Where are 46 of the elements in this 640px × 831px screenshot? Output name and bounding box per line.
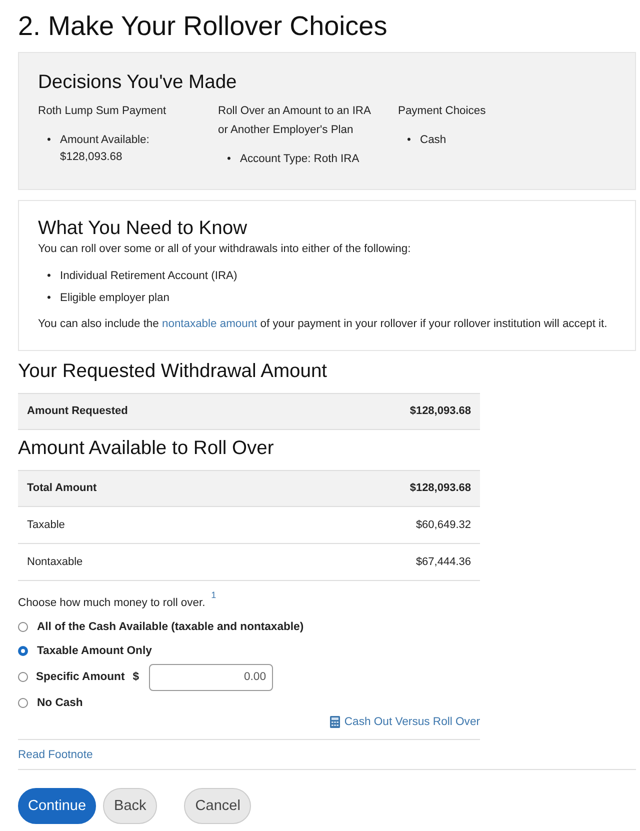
option-label: Taxable Amount Only — [37, 644, 152, 659]
row-label: Taxable — [27, 518, 65, 533]
row-label: Total Amount — [27, 481, 97, 496]
panel-heading: What You Need to Know — [38, 217, 248, 241]
list-bullet: • — [47, 133, 52, 148]
decision-item: Amount Available: $128,093.68 — [60, 133, 150, 165]
decision-heading: Roll Over an Amount to an IRA or Another Employer's Plan — [218, 104, 372, 138]
calculator-icon — [330, 716, 340, 728]
calculator-link[interactable]: Cash Out Versus Roll Over — [344, 715, 480, 729]
decision-item: Account Type: Roth IRA — [240, 152, 360, 167]
list-bullet: • — [407, 133, 412, 148]
currency-label: $ — [132, 670, 140, 685]
radio-button[interactable] — [18, 698, 28, 708]
decision-item: Cash — [420, 133, 446, 148]
decision-heading: Roth Lump Sum Payment — [38, 104, 168, 119]
row-amount: $128,093.68 — [410, 404, 471, 420]
amount-field[interactable]: 0.00 — [149, 664, 274, 690]
option-label: Specific Amount — [36, 670, 125, 685]
read-footnote-link[interactable]: Read Footnote — [18, 749, 93, 761]
intro-text: You can roll over some or all of your withdrawals into either of the following: — [38, 242, 412, 257]
decision-heading: Payment Choices — [398, 104, 487, 119]
info-item: Individual Retirement Account (IRA) — [60, 269, 238, 284]
list-bullet: • — [47, 269, 52, 284]
back-button[interactable]: Back — [103, 788, 158, 824]
continue-button[interactable]: Continue — [18, 788, 96, 824]
section-heading: Amount Available to Roll Over — [18, 437, 275, 461]
panel-heading: Decisions You've Made — [38, 71, 238, 95]
page-title: 2. Make Your Rollover Choices — [18, 10, 388, 42]
info-item: Eligible employer plan — [60, 291, 170, 306]
note-text: You can also include the nontaxable amount of your payment in your rollover if your rollover institution will accept it. — [38, 317, 608, 332]
row-amount: $67,444.36 — [416, 554, 471, 570]
radio-button[interactable] — [18, 672, 28, 682]
list-bullet: • — [47, 291, 52, 306]
section-heading: Your Requested Withdrawal Amount — [18, 360, 328, 384]
footnote-link[interactable]: 1 — [211, 590, 216, 600]
cancel-button[interactable]: Cancel — [184, 788, 252, 824]
option-label: No Cash — [37, 696, 83, 711]
list-bullet: • — [227, 152, 232, 167]
nontaxable-link[interactable]: nontaxable amount — [162, 318, 258, 330]
row-label: Nontaxable — [27, 554, 83, 570]
row-amount: $60,649.32 — [416, 518, 471, 533]
radio-button[interactable] — [18, 646, 28, 656]
option-label: All of the Cash Available (taxable and nontaxable) — [37, 620, 304, 635]
radio-button[interactable] — [18, 622, 28, 632]
row-label: Amount Requested — [27, 404, 128, 420]
row-amount: $128,093.68 — [410, 481, 471, 496]
